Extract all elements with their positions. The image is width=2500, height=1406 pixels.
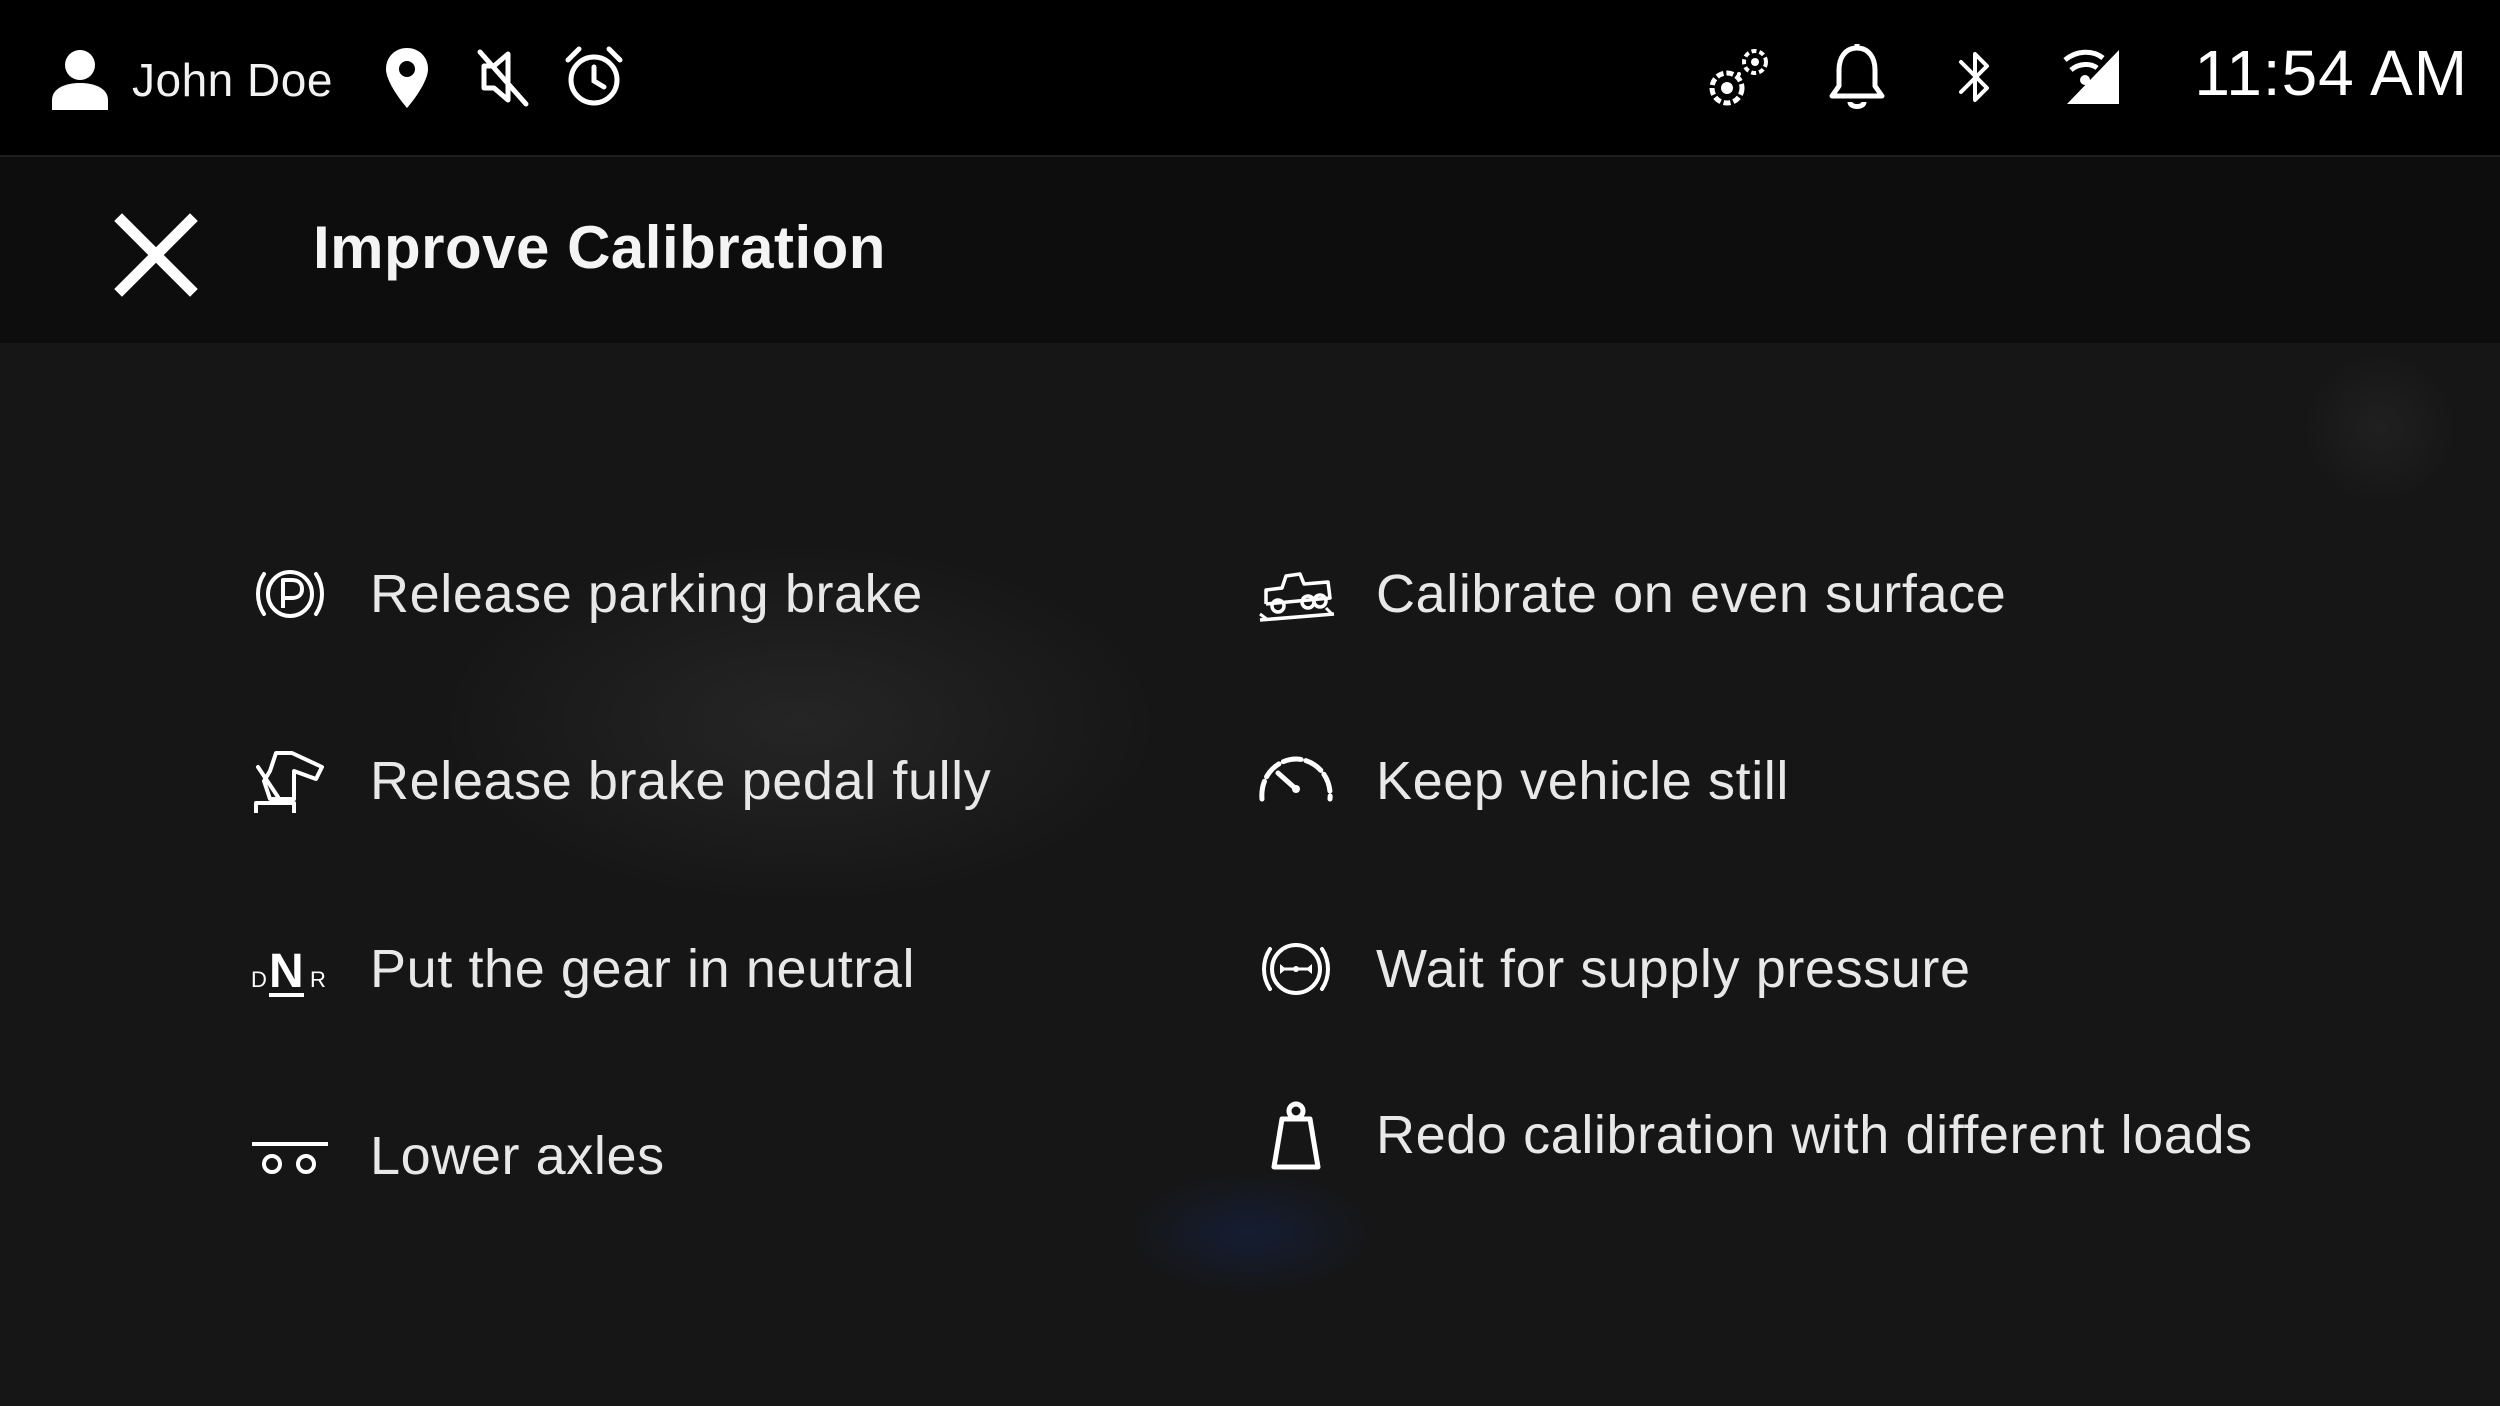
even-surface-icon <box>1256 554 1336 634</box>
instruction-label: Release parking brake <box>370 564 923 624</box>
instruction-item: Lower axles <box>250 1116 665 1196</box>
gear-neutral-icon: D N R <box>250 929 330 1009</box>
calibration-instructions: Release parking brake Release brake peda… <box>0 343 2500 1406</box>
instruction-item: Wait for supply pressure <box>1256 929 1971 1009</box>
instruction-label: Keep vehicle still <box>1376 751 1790 811</box>
user-name: John Doe <box>132 54 333 106</box>
settings-gears-icon[interactable] <box>1703 44 1775 112</box>
instruction-item: Release brake pedal fully <box>250 741 991 821</box>
axles-icon <box>250 1116 330 1196</box>
close-icon[interactable] <box>108 207 204 303</box>
load-weight-icon <box>1256 1095 1336 1175</box>
status-bar: John Doe 11:54 AM <box>0 0 2500 157</box>
bell-icon[interactable] <box>1827 42 1887 112</box>
brake-pedal-icon <box>250 741 330 821</box>
instruction-label: Wait for supply pressure <box>1376 939 1971 999</box>
alarm-clock-icon[interactable] <box>563 44 625 110</box>
instruction-item: D N R Put the gear in neutral <box>250 929 915 1009</box>
bluetooth-icon[interactable] <box>1955 44 1995 110</box>
clock-time: 11:54 AM <box>2194 37 2468 109</box>
svg-text:R: R <box>310 967 326 992</box>
svg-text:D: D <box>251 967 267 992</box>
user-profile[interactable]: John Doe <box>50 44 333 116</box>
instruction-item: Redo calibration with different loads <box>1256 1095 2276 1175</box>
muted-speaker-icon[interactable] <box>474 46 532 108</box>
parking-brake-icon <box>250 554 330 634</box>
supply-pressure-icon <box>1256 929 1336 1009</box>
svg-text:N: N <box>269 945 304 998</box>
instruction-label: Put the gear in neutral <box>370 939 916 999</box>
page-title: Improve Calibration <box>313 214 886 281</box>
person-icon <box>52 50 108 110</box>
wifi-cellular-icon[interactable] <box>2063 46 2123 108</box>
location-pin-icon[interactable] <box>383 46 431 110</box>
page-header: Improve Calibration <box>0 157 2500 343</box>
instruction-label: Redo calibration with different loads <box>1376 1105 2253 1165</box>
instruction-label: Lower axles <box>370 1126 665 1186</box>
instruction-label: Release brake pedal fully <box>370 751 992 811</box>
instruction-item: Calibrate on even surface <box>1256 554 2006 634</box>
speedometer-icon <box>1256 741 1336 821</box>
instruction-item: Keep vehicle still <box>1256 741 1789 821</box>
instruction-label: Calibrate on even surface <box>1376 564 2007 624</box>
instruction-item: Release parking brake <box>250 554 923 634</box>
